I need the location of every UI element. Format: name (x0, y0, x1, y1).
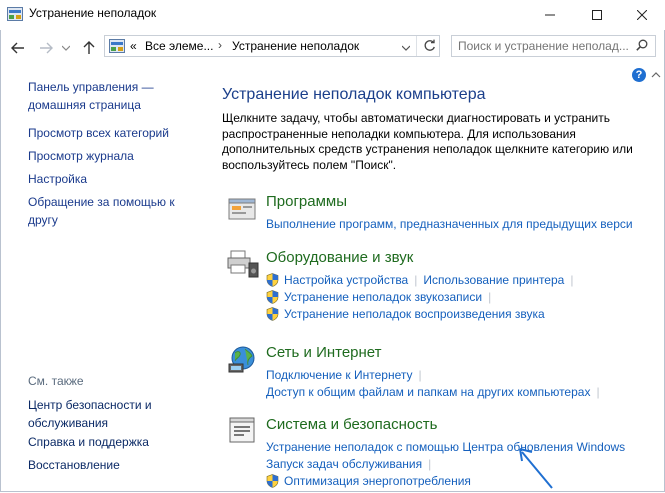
annotation-arrow-icon (519, 448, 553, 489)
run-old-programs-link[interactable]: Выполнение программ, предназначенных для… (266, 215, 633, 232)
link-divider: | (570, 272, 574, 287)
refresh-button[interactable] (423, 39, 436, 55)
category-network-title[interactable]: Сеть и Интернет (266, 344, 382, 361)
use-printer-link[interactable]: Использование принтера (423, 273, 564, 287)
view-all-categories-link[interactable]: Просмотр всех категорий (28, 124, 169, 142)
settings-link[interactable]: Настройка (28, 170, 87, 188)
refresh-icon (424, 39, 435, 51)
control-panel-icon (7, 7, 23, 21)
recent-locations-button[interactable] (60, 39, 72, 57)
link-divider: | (414, 272, 418, 287)
maximize-button[interactable] (574, 0, 620, 30)
shared-folders-link[interactable]: Доступ к общим файлам и папкам на других… (266, 385, 590, 399)
uac-shield-icon (266, 272, 279, 287)
system-window-icon (229, 417, 255, 443)
address-dropdown-button[interactable] (401, 40, 411, 54)
up-button[interactable] (80, 39, 98, 57)
security-center-line1: Центр безопасности и (28, 398, 152, 412)
ask-friend-line1: Обращение за помощью к (28, 195, 175, 209)
recording-troubleshoot-link[interactable]: Устранение неполадок звукозаписи (284, 290, 482, 304)
home-link-line1: Панель управления — (28, 80, 154, 94)
maximize-icon (592, 10, 602, 20)
chevron-down-icon (62, 45, 70, 51)
category-programs-links: Выполнение программ, предназначенных для… (266, 215, 633, 232)
category-system-security-title[interactable]: Система и безопасность (266, 416, 437, 433)
hardware-links-row-1: Настройка устройства | Использование при… (266, 271, 579, 288)
category-programs-title[interactable]: Программы (266, 193, 347, 210)
address-divider (416, 36, 417, 56)
breadcrumb-prefix[interactable]: « (130, 39, 137, 53)
category-hardware-sound-links: Настройка устройства | Использование при… (266, 271, 579, 322)
control-panel-icon (109, 39, 125, 53)
device-setup-link[interactable]: Настройка устройства (284, 273, 408, 287)
system-links-row-2: Запуск задач обслуживания | (266, 455, 625, 472)
uac-shield-icon (266, 306, 279, 321)
network-globe-icon (228, 346, 255, 373)
link-divider: | (418, 367, 422, 382)
minimize-button[interactable] (527, 0, 573, 30)
programs-icon (228, 198, 256, 220)
category-system-security-links: Устранение неполадок с помощью Центра об… (266, 438, 625, 489)
security-center-link[interactable]: Центр безопасности и обслуживания (28, 396, 152, 432)
hardware-links-row-2: Устранение неполадок звукозаписи | (266, 288, 579, 305)
up-arrow-icon (83, 41, 95, 54)
page-title: Устранение неполадок компьютера (222, 86, 486, 103)
uac-shield-icon (266, 289, 279, 304)
home-link-line2: домашняя страница (28, 98, 141, 112)
scroll-up-icon[interactable] (651, 70, 661, 80)
category-hardware-sound-title[interactable]: Оборудование и звук (266, 249, 413, 266)
network-links-row-1: Подключение к Интернету | (266, 366, 606, 383)
internet-connection-link[interactable]: Подключение к Интернету (266, 368, 413, 382)
recovery-link[interactable]: Восстановление (28, 456, 120, 474)
power-optimization-link[interactable]: Оптимизация энергопотребления (284, 474, 471, 488)
breadcrumb-troubleshooting[interactable]: Устранение неполадок (232, 39, 359, 53)
breadcrumb-separator-icon[interactable]: › (218, 38, 222, 52)
title-bar: Устранение неполадок (0, 0, 665, 30)
intro-text: Щелкните задачу, чтобы автоматически диа… (222, 111, 633, 172)
back-arrow-icon (11, 42, 24, 54)
system-links-row-3: Оптимизация энергопотребления (266, 472, 625, 489)
search-input[interactable] (458, 39, 628, 53)
hardware-links-row-3: Устранение неполадок воспроизведения зву… (266, 305, 579, 322)
help-support-link[interactable]: Справка и поддержка (28, 433, 149, 451)
maintenance-tasks-link[interactable]: Запуск задач обслуживания (266, 457, 422, 471)
close-icon (637, 10, 647, 20)
control-panel-home-link[interactable]: Панель управления — домашняя страница (28, 78, 154, 114)
uac-shield-icon (266, 473, 279, 488)
back-button[interactable] (9, 39, 27, 57)
search-box[interactable] (451, 35, 656, 57)
category-network-links: Подключение к Интернету | Доступ к общим… (266, 366, 606, 400)
view-history-link[interactable]: Просмотр журнала (28, 147, 134, 165)
forward-arrow-icon (40, 42, 53, 54)
breadcrumb-all-items[interactable]: Все элеме... (145, 39, 213, 53)
chevron-down-icon (401, 45, 411, 51)
minimize-icon (545, 14, 555, 16)
network-links-row-2: Доступ к общим файлам и папкам на других… (266, 383, 606, 400)
search-icon (636, 39, 648, 51)
printer-speaker-icon (227, 250, 259, 278)
see-also-heading: См. также (28, 374, 84, 388)
link-divider: | (488, 289, 492, 304)
link-divider: | (428, 456, 432, 471)
ask-friend-line2: другу (28, 213, 58, 227)
windows-update-troubleshoot-link[interactable]: Устранение неполадок с помощью Центра об… (266, 438, 625, 455)
link-divider: | (596, 384, 600, 399)
forward-button[interactable] (37, 39, 55, 57)
close-button[interactable] (619, 0, 665, 30)
window-title: Устранение неполадок (29, 6, 157, 20)
playback-troubleshoot-link[interactable]: Устранение неполадок воспроизведения зву… (284, 307, 545, 321)
ask-friend-link[interactable]: Обращение за помощью к другу (28, 193, 175, 229)
help-icon[interactable]: ? (632, 68, 646, 82)
security-center-line2: обслуживания (28, 416, 109, 430)
address-bar[interactable]: « Все элеме... › Устранение неполадок (104, 35, 440, 57)
